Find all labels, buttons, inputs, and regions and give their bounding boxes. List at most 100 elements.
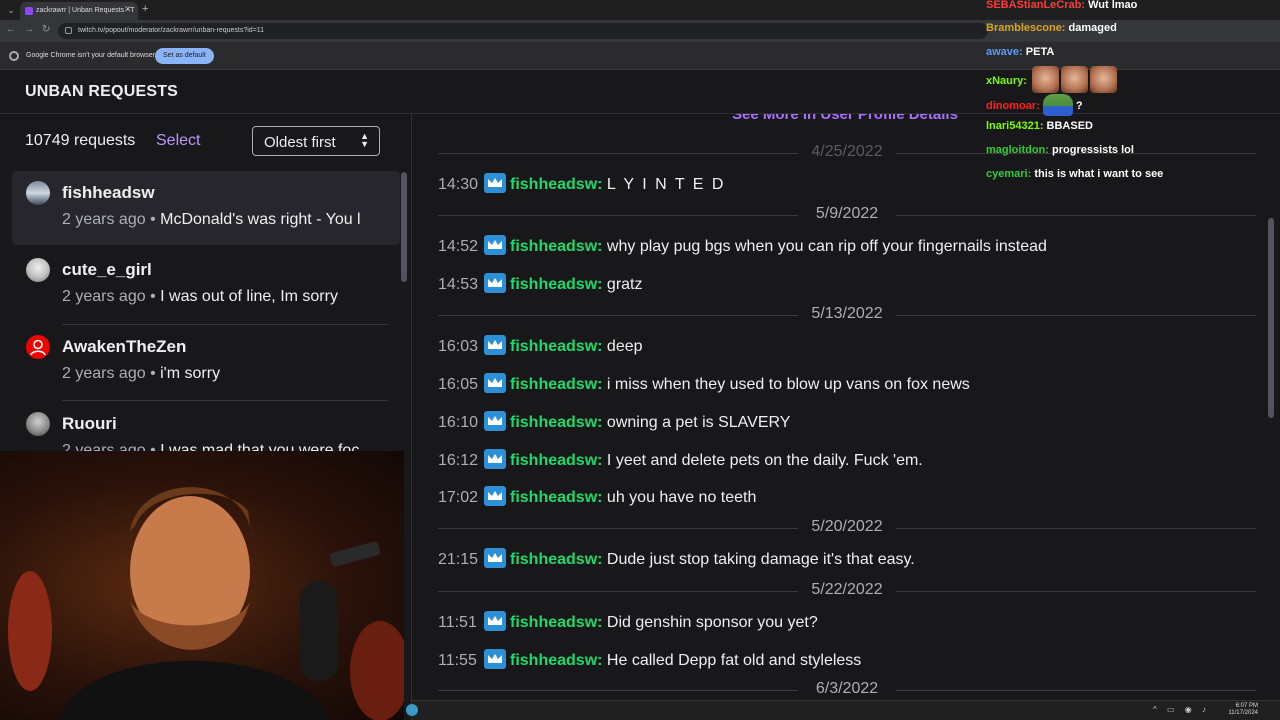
moderator-badge-icon [484, 173, 506, 193]
new-tab-icon[interactable]: + [142, 3, 148, 15]
chat-username: Bramblescone: [986, 22, 1066, 34]
message-username[interactable]: fishheadsw: [510, 338, 602, 355]
chat-message: 21:15 fishheadsw: Dude just stop taking d… [438, 548, 915, 570]
system-tray-icons[interactable]: ^ ▭ ◉ ♪ [1153, 705, 1210, 714]
message-username[interactable]: fishheadsw: [510, 414, 602, 431]
set-default-button[interactable]: Set as default [155, 48, 214, 64]
message-username[interactable]: fishheadsw: [510, 376, 602, 393]
message-time: 21:15 [438, 551, 479, 568]
chat-username: cyemari: [986, 168, 1032, 180]
chat-text: progressists lol [1052, 144, 1134, 156]
request-item[interactable]: fishheadsw 2 years ago • McDonald's was … [12, 171, 400, 245]
request-message: I was out of line, Im sorry [160, 288, 338, 305]
chat-text: damaged [1068, 22, 1117, 34]
tab-search-icon[interactable]: ⌄ [4, 3, 18, 17]
moderator-badge-icon [484, 373, 506, 393]
message-username[interactable]: fishheadsw: [510, 652, 602, 669]
message-text: deep [606, 338, 643, 355]
back-icon[interactable]: ← [6, 24, 16, 35]
url-text: twitch.tv/popout/moderator/zackrawrr/unb… [78, 27, 265, 34]
date-label: 5/22/2022 [811, 581, 883, 598]
request-item[interactable]: cute_e_girl 2 years ago • I was out of l… [12, 248, 400, 322]
moderator-badge-icon [484, 649, 506, 669]
message-username[interactable]: fishheadsw: [510, 276, 602, 293]
pepe-emote-icon [1042, 94, 1073, 116]
request-preview: 2 years ago • McDonald's was right - You… [62, 211, 390, 229]
select-button[interactable]: Select [156, 132, 200, 150]
message-username[interactable]: fishheadsw: [510, 489, 602, 506]
request-preview: 2 years ago • I was out of line, Im sorr… [62, 288, 390, 306]
sort-chevron-icon: ▲ ▼ [360, 131, 369, 149]
chat-message: 16:03 fishheadsw: deep [438, 335, 643, 357]
emote-icon [1061, 66, 1089, 93]
forward-icon[interactable]: → [24, 24, 34, 35]
stream-chat-overlay: SEBAStianLeCrab: Wut lmao Bramblescone: … [984, 0, 1280, 190]
request-time: 2 years ago [62, 365, 146, 382]
twitch-favicon-icon [25, 7, 33, 15]
history-scrollbar[interactable] [1268, 218, 1274, 418]
chat-text: this is what i want to see [1034, 168, 1164, 180]
reload-icon[interactable]: ↻ [42, 24, 50, 35]
sort-dropdown[interactable]: Oldest first ▲ ▼ [252, 126, 380, 156]
request-username: fishheadsw [62, 183, 155, 202]
message-text: L Y I N T E D [606, 176, 726, 193]
chat-message: 14:53 fishheadsw: gratz [438, 273, 643, 295]
site-info-icon[interactable] [65, 27, 72, 34]
browser-tab[interactable]: zackrawrr | Unban Requests - T [20, 2, 138, 20]
chat-username: dinomoar: [986, 100, 1040, 112]
app-taskbar-icon[interactable] [406, 704, 418, 716]
message-text: Did genshin sponsor you yet? [606, 614, 818, 631]
message-text: He called Depp fat old and styleless [606, 652, 862, 669]
request-preview: 2 years ago • i'm sorry [62, 365, 390, 383]
chat-message: 16:05 fishheadsw: i miss when they used t… [438, 373, 970, 395]
message-text: Dude just stop taking damage it's that e… [606, 551, 915, 568]
date-label: 5/13/2022 [811, 305, 883, 322]
clock-date: 11/17/2024 [1228, 710, 1258, 716]
message-text: why play pug bgs when you can rip off yo… [606, 238, 1047, 255]
message-time: 11:51 [438, 614, 477, 631]
chat-message: 11:51 fishheadsw: Did genshin sponsor you… [438, 611, 818, 633]
message-history-panel: See More in User Profile Details 4/25/20… [412, 114, 1280, 700]
message-username[interactable]: fishheadsw: [510, 238, 602, 255]
message-username[interactable]: fishheadsw: [510, 614, 602, 631]
see-more-link[interactable]: See More in User Profile Details [732, 114, 958, 123]
request-message: McDonald's was right - You l [160, 211, 361, 228]
message-text: uh you have no teeth [606, 489, 757, 506]
date-divider: 6/3/2022 [438, 680, 1256, 700]
streamer-webcam [0, 451, 404, 720]
taskbar-clock[interactable]: 6:07 PM 11/17/2024 [1228, 703, 1258, 717]
chat-line: awave: PETA [986, 46, 1054, 58]
chat-username: magloitdon: [986, 144, 1049, 156]
chat-message: 16:10 fishheadsw: owning a pet is SLAVERY [438, 411, 790, 433]
message-time: 16:12 [438, 452, 479, 469]
page-title: UNBAN REQUESTS [25, 83, 179, 100]
tab-title: zackrawrr | Unban Requests - T [36, 7, 135, 14]
moderator-badge-icon [484, 235, 506, 255]
request-item[interactable]: AwakenTheZen 2 years ago • i'm sorry [12, 325, 400, 399]
avatar [26, 181, 50, 205]
request-message: i'm sorry [160, 365, 221, 382]
message-time: 14:52 [438, 238, 479, 255]
screen: ⌄ zackrawrr | Unban Requests - T ✕ + ← →… [0, 0, 1280, 720]
message-username[interactable]: fishheadsw: [510, 176, 602, 193]
moderator-badge-icon [484, 273, 506, 293]
close-tab-icon[interactable]: ✕ [124, 4, 132, 15]
url-input[interactable]: twitch.tv/popout/moderator/zackrawrr/unb… [58, 23, 988, 39]
avatar [26, 258, 50, 282]
clock-time: 6:07 PM [1235, 703, 1258, 709]
request-time: 2 years ago [62, 288, 146, 305]
sort-dropdown-value: Oldest first [264, 134, 336, 151]
chat-message: 11:55 fishheadsw: He called Depp fat old … [438, 649, 861, 671]
request-count: 10749 requests [25, 132, 136, 149]
chat-line: cyemari: this is what i want to see [986, 168, 1163, 180]
requests-scrollbar[interactable] [401, 172, 407, 282]
request-username: Ruouri [62, 414, 117, 433]
divider [62, 400, 388, 401]
avatar [26, 412, 50, 436]
date-label: 6/3/2022 [815, 680, 879, 697]
default-avatar-icon [26, 335, 50, 359]
message-username[interactable]: fishheadsw: [510, 452, 602, 469]
message-time: 16:10 [438, 414, 479, 431]
message-username[interactable]: fishheadsw: [510, 551, 602, 568]
chat-line: Bramblescone: damaged [986, 22, 1117, 34]
